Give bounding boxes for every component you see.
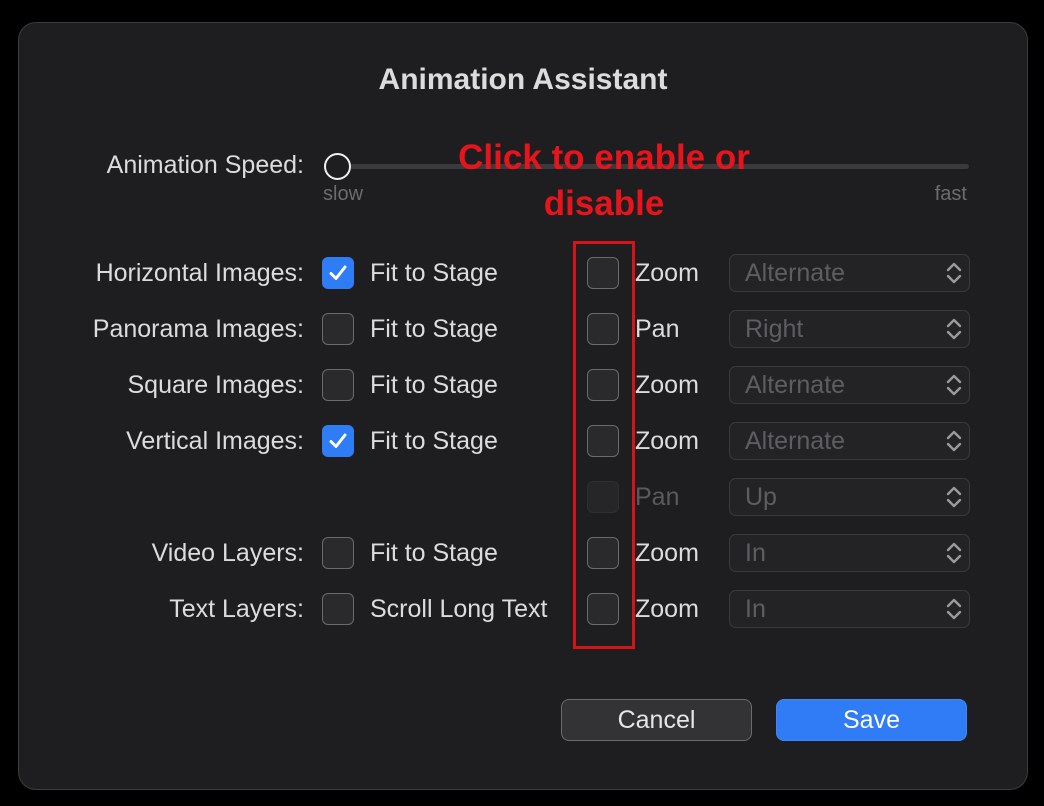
animation-direction-select[interactable]: Alternate (729, 422, 970, 460)
row-label: Square Images: (127, 371, 305, 399)
animation-mode-label: Zoom (635, 595, 699, 623)
animation-direction-select[interactable]: Up (729, 478, 970, 516)
up-down-chevron-icon (945, 315, 963, 343)
select-value: Alternate (745, 427, 846, 455)
slider-min-label: slow (323, 183, 364, 205)
fit-option-label: Fit to Stage (370, 259, 498, 287)
fit-option-label: Fit to Stage (370, 371, 498, 399)
row-label: Panorama Images: (92, 315, 304, 343)
row-label: Text Layers: (169, 595, 304, 623)
slider-knob[interactable] (324, 152, 351, 180)
fit-option-label: Fit to Stage (370, 427, 498, 455)
animation-direction-select[interactable]: Alternate (729, 254, 970, 292)
animation-enable-checkbox[interactable] (587, 425, 619, 457)
animation-mode-label: Zoom (635, 371, 699, 399)
animation-direction-select[interactable]: Right (729, 310, 970, 348)
animation-mode-label: Zoom (635, 259, 699, 287)
animation-enable-checkbox[interactable] (587, 257, 619, 289)
fit-option-label: Fit to Stage (370, 539, 498, 567)
dialog-title: Animation Assistant (378, 63, 668, 96)
select-value: In (745, 595, 766, 623)
animation-enable-checkbox (587, 481, 619, 513)
save-button[interactable]: Save (776, 699, 967, 741)
up-down-chevron-icon (945, 595, 963, 623)
select-value: In (745, 539, 766, 567)
row-label: Horizontal Images: (95, 259, 304, 287)
select-value: Right (745, 315, 804, 343)
animation-mode-label: Zoom (635, 427, 699, 455)
fit-option-label: Scroll Long Text (370, 595, 548, 623)
animation-enable-checkbox[interactable] (587, 313, 619, 345)
select-value: Alternate (745, 371, 846, 399)
fit-checkbox[interactable] (322, 369, 354, 401)
up-down-chevron-icon (945, 259, 963, 287)
animation-direction-select[interactable]: In (729, 534, 970, 572)
up-down-chevron-icon (945, 427, 963, 455)
annotation-text: Click to enable or disable (458, 138, 750, 223)
row-label: Video Layers: (151, 539, 304, 567)
animation-enable-checkbox[interactable] (587, 537, 619, 569)
up-down-chevron-icon (945, 539, 963, 567)
animation-mode-label: Zoom (635, 539, 699, 567)
animation-assistant-dialog: Animation Assistant Animation Speed: slo… (18, 22, 1028, 790)
up-down-chevron-icon (945, 483, 963, 511)
fit-checkbox[interactable] (322, 313, 354, 345)
animation-speed-label: Animation Speed: (106, 151, 304, 179)
animation-mode-label: Pan (635, 315, 680, 343)
row-label: Vertical Images: (126, 427, 304, 455)
fit-checkbox[interactable] (322, 257, 354, 289)
select-value: Up (745, 483, 777, 511)
fit-checkbox[interactable] (322, 537, 354, 569)
select-value: Alternate (745, 259, 846, 287)
fit-option-label: Fit to Stage (370, 315, 498, 343)
slider-max-label: fast (934, 183, 967, 205)
up-down-chevron-icon (945, 371, 963, 399)
animation-enable-checkbox[interactable] (587, 593, 619, 625)
fit-checkbox[interactable] (322, 593, 354, 625)
fit-checkbox[interactable] (322, 425, 354, 457)
animation-enable-checkbox[interactable] (587, 369, 619, 401)
animation-mode-label: Pan (635, 483, 680, 511)
animation-direction-select[interactable]: Alternate (729, 366, 970, 404)
cancel-button[interactable]: Cancel (561, 699, 752, 741)
animation-direction-select[interactable]: In (729, 590, 970, 628)
